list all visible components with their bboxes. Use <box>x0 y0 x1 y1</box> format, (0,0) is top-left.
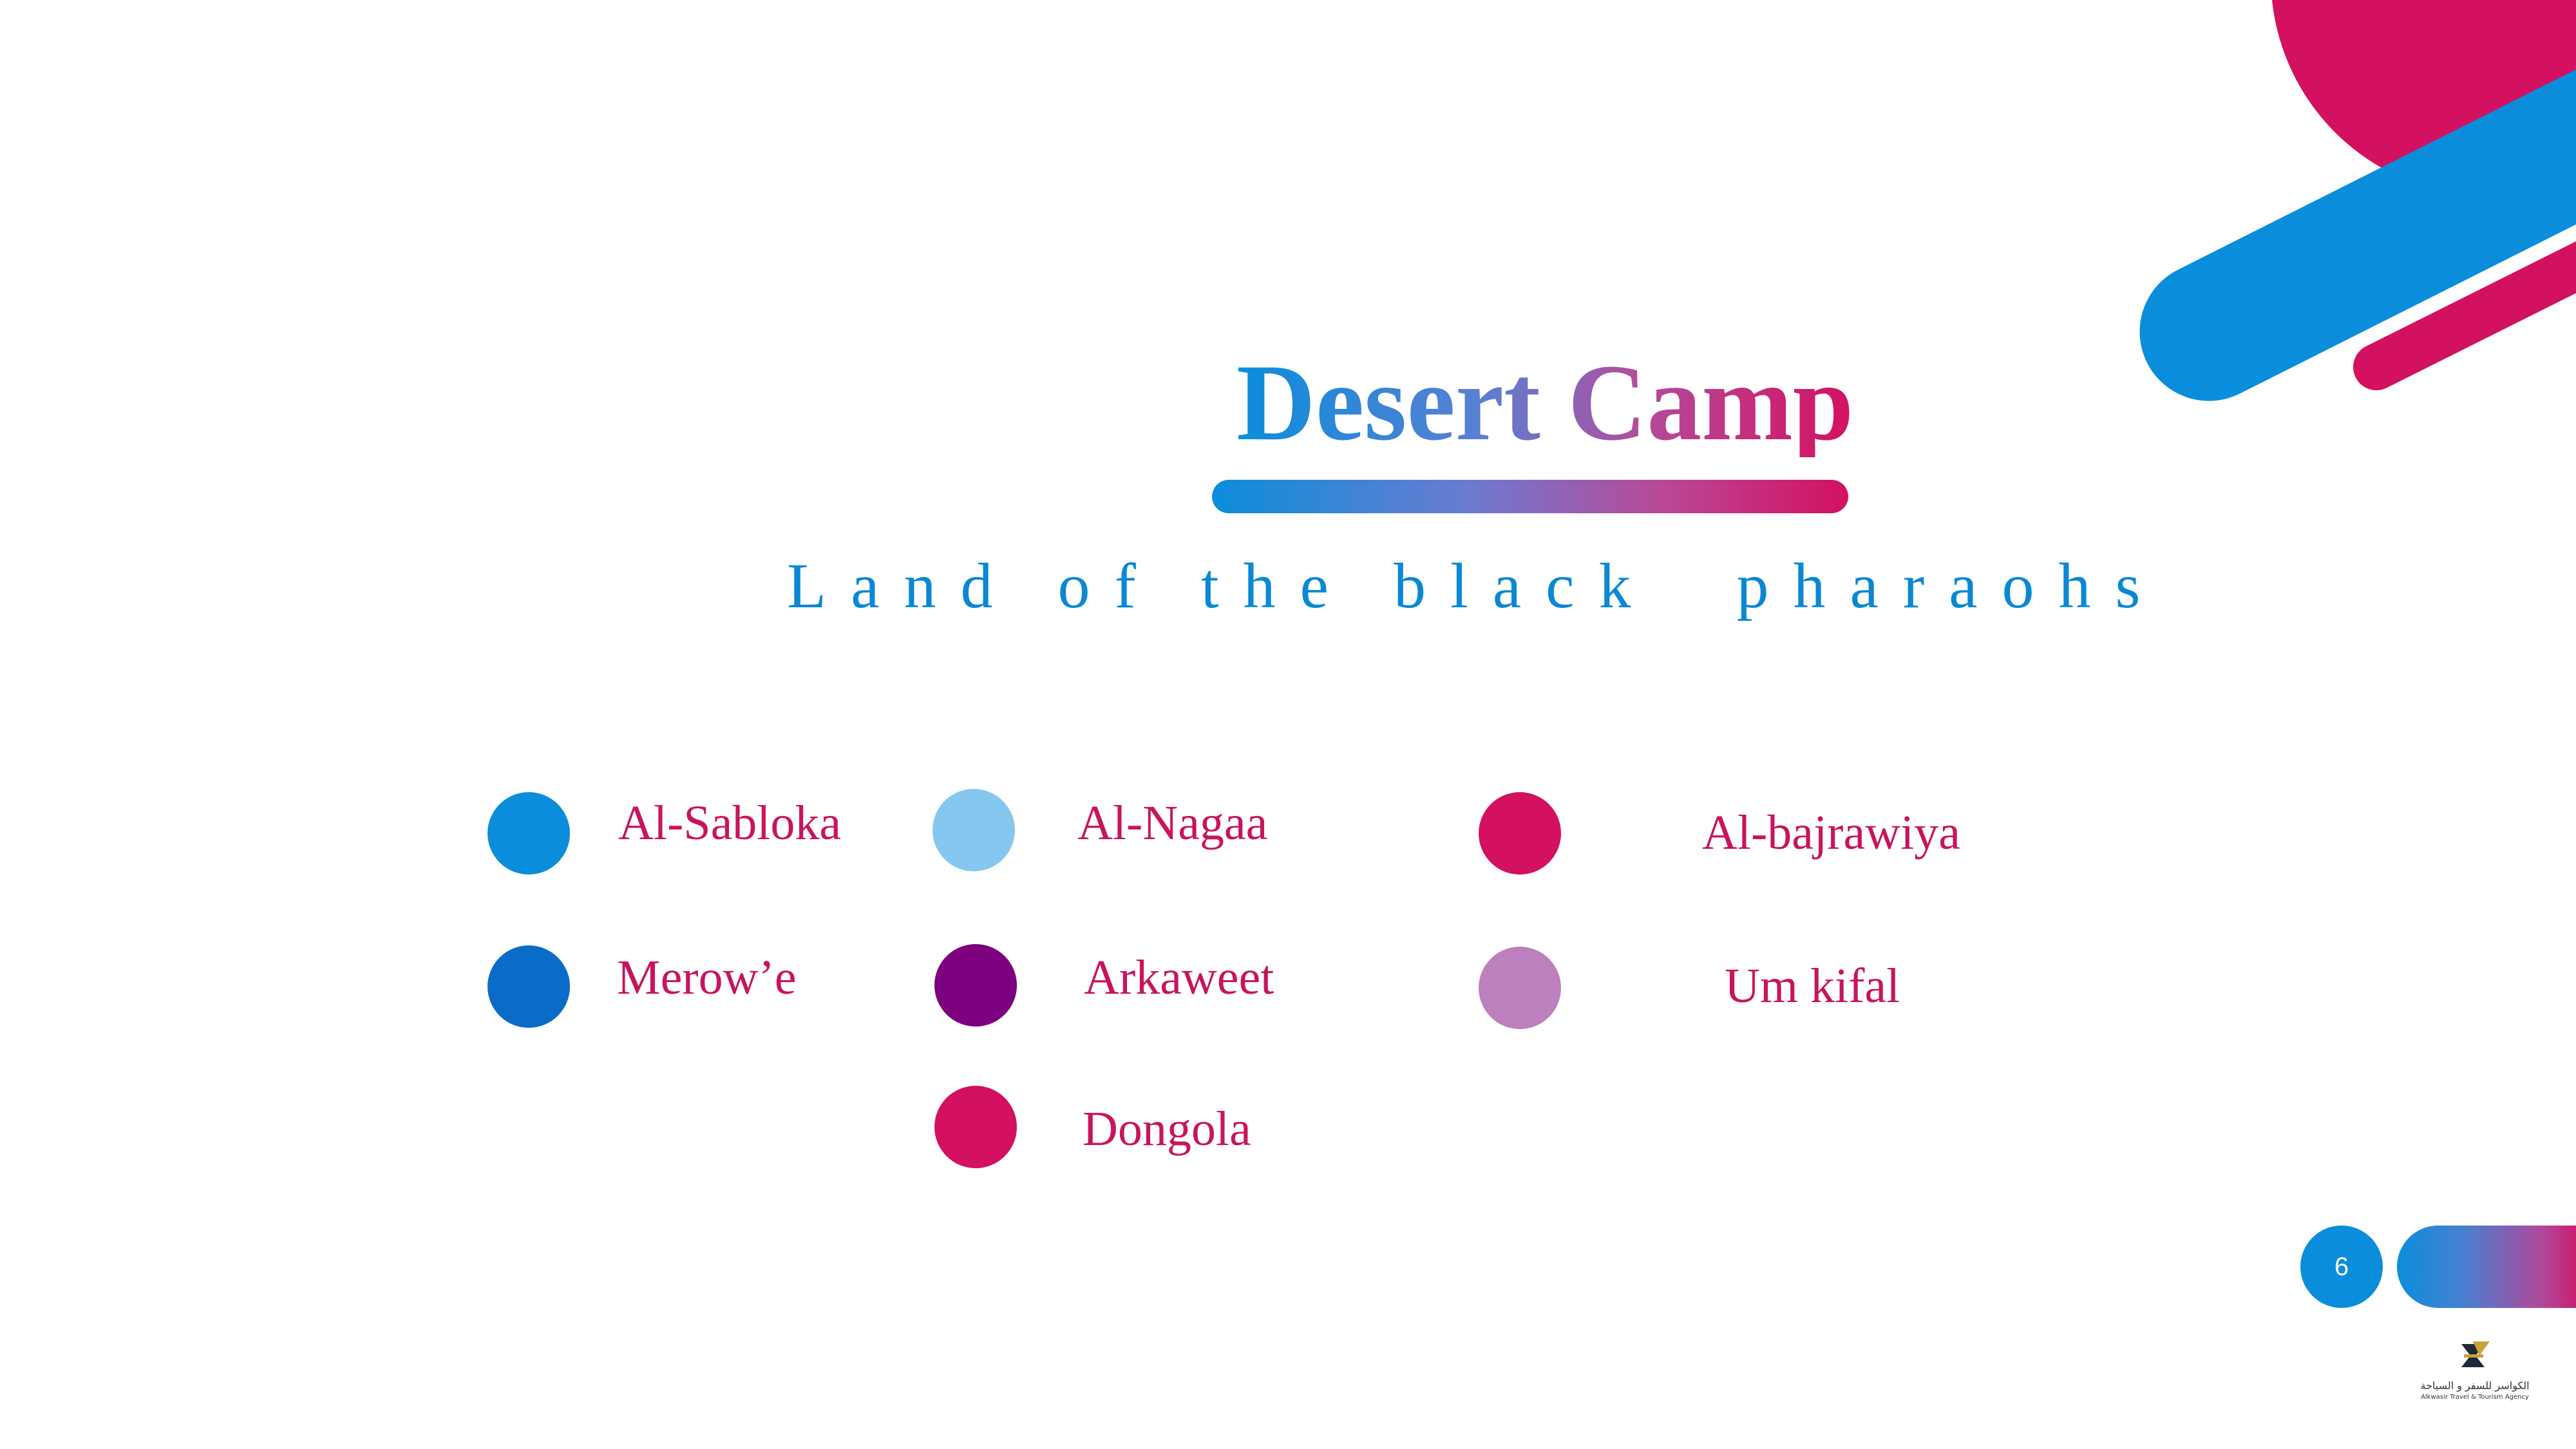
logo-arabic-name: الكواسر للسفر و السياحة <box>2420 1379 2530 1392</box>
slide-subtitle: Land of the black pharaohs <box>787 550 2165 621</box>
logo-english-name: Alkwasir Travel & Tourism Agency <box>2421 1394 2529 1401</box>
slide-title: Desert Camp <box>1236 342 1854 463</box>
place-label-al-nagaa: Al-Nagaa <box>1077 796 1268 850</box>
place-label-al-sabloka: Al-Sabloka <box>618 796 842 850</box>
place-label-merowe: Merow’e <box>617 951 797 1005</box>
place-label-arkaweet: Arkaweet <box>1084 951 1274 1005</box>
place-dot-um-kifal <box>1479 947 1561 1029</box>
place-label-um-kifal: Um kifal <box>1725 959 1900 1013</box>
place-dot-arkaweet <box>934 944 1017 1027</box>
place-dot-al-nagaa <box>933 789 1015 871</box>
place-label-al-bajrawiya: Al-bajrawiya <box>1702 806 1960 860</box>
place-dot-merowe <box>488 945 570 1028</box>
page-number: 6 <box>2334 1252 2349 1281</box>
place-label-dongola: Dongola <box>1083 1102 1251 1156</box>
page-number-badge: 6 <box>2300 1226 2383 1308</box>
place-dot-al-sabloka <box>488 792 570 875</box>
corner-decoration <box>2139 0 2576 401</box>
place-dot-al-bajrawiya <box>1479 792 1561 875</box>
place-dot-dongola <box>934 1086 1017 1168</box>
title-underline <box>1212 480 1848 513</box>
page-gradient-tab <box>2397 1226 2576 1308</box>
